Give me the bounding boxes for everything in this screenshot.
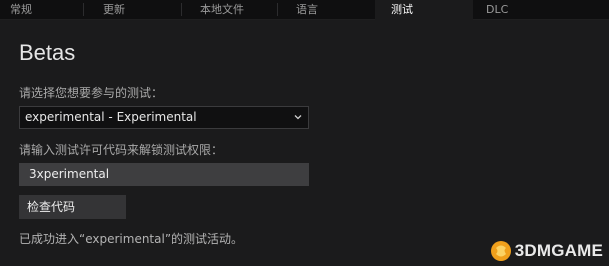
tab-divider: [181, 3, 182, 16]
beta-select-value: experimental - Experimental: [25, 110, 197, 124]
tab-language[interactable]: 语言: [296, 0, 318, 19]
beta-code-input[interactable]: 3xperimental: [19, 163, 309, 186]
beta-code-label: 请输入测试许可代码来解锁测试权限：: [19, 143, 224, 157]
tab-dlc[interactable]: DLC: [486, 0, 508, 19]
check-code-button[interactable]: 检查代码: [19, 195, 126, 219]
tab-updates[interactable]: 更新: [103, 0, 125, 19]
tab-divider: [83, 3, 84, 16]
tab-bar: 常规 更新 本地文件 语言 测试 DLC: [0, 0, 609, 20]
watermark-text: 3DMGAME: [514, 241, 603, 260]
tab-divider: [277, 3, 278, 16]
chevron-down-icon: [294, 115, 302, 120]
tab-betas[interactable]: 测试: [375, 0, 473, 20]
tab-general[interactable]: 常规: [10, 0, 32, 19]
tab-local-files[interactable]: 本地文件: [200, 0, 244, 19]
status-message: 已成功进入“experimental”的测试活动。: [19, 232, 244, 246]
3dm-logo-icon: [490, 241, 511, 261]
beta-select-label: 请选择您想要参与的测试：: [19, 86, 164, 100]
page-title: Betas: [19, 40, 76, 65]
beta-select-dropdown[interactable]: experimental - Experimental: [19, 106, 309, 129]
watermark: 3DMGAME: [490, 240, 603, 262]
